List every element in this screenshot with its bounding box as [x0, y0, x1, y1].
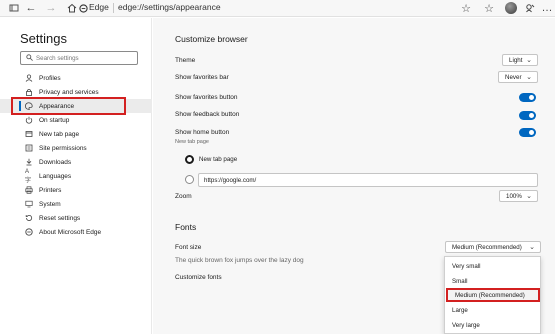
favorites-button-label: Show favorites button [175, 94, 238, 101]
home-button-sublabel: New tab page [175, 139, 209, 145]
font-size-dropdown[interactable]: Medium (Recommended) ⌄ [445, 241, 541, 253]
sidebar-item-reset-settings[interactable]: Reset settings [0, 211, 152, 225]
favorites-bar-dropdown[interactable]: Never ⌄ [498, 71, 538, 83]
sidebar-item-system[interactable]: System [0, 197, 152, 211]
sidebar-item-label: Reset settings [39, 214, 81, 222]
edge-logo-icon [25, 228, 33, 236]
sidebar-item-about-edge[interactable]: About Microsoft Edge [0, 225, 152, 239]
sidebar-item-label: Profiles [39, 74, 61, 82]
sidebar-item-label: Privacy and services [39, 88, 99, 96]
zoom-value: 100% [506, 192, 522, 200]
search-input[interactable] [36, 54, 136, 62]
favorites-bar-label: Show favorites bar [175, 74, 229, 81]
profile-icon [25, 74, 33, 82]
font-size-option-large[interactable]: Large [445, 303, 542, 317]
sidebar-item-label: System [39, 200, 61, 208]
sidebar-item-downloads[interactable]: Downloads [0, 155, 152, 169]
browser-toolbar: ← → Edge edge://settings/appearance ☆ ☆ … [0, 0, 555, 17]
system-icon [25, 200, 33, 208]
settings-sidebar: Settings Profiles Privacy and services A… [0, 18, 152, 334]
more-menu-icon[interactable]: … [540, 1, 554, 15]
sidebar-item-label: Printers [39, 186, 62, 194]
power-icon [25, 116, 33, 124]
favorites-icon[interactable]: ☆ [482, 1, 496, 15]
settings-title: Settings [20, 31, 67, 46]
font-size-value: Medium (Recommended) [452, 243, 522, 251]
new-tab-icon [25, 130, 33, 138]
edge-logo-icon [76, 1, 90, 15]
search-settings-box[interactable] [20, 51, 138, 65]
sidebar-item-on-startup[interactable]: On startup [0, 113, 152, 127]
font-size-option-medium[interactable]: Medium (Recommended) [446, 288, 540, 302]
toggle-knob [529, 130, 534, 135]
home-url-input[interactable]: https://google.com/ [198, 173, 538, 187]
sidebar-item-label: About Microsoft Edge [39, 228, 102, 236]
sidebar-item-profiles[interactable]: Profiles [0, 71, 152, 85]
profile-avatar[interactable] [505, 2, 517, 14]
lock-icon [25, 88, 33, 96]
toggle-knob [529, 113, 534, 118]
sidebar-item-languages[interactable]: A字 Languages [0, 168, 152, 184]
customize-fonts-label[interactable]: Customize fonts [175, 274, 222, 281]
languages-icon: A字 [25, 168, 32, 184]
sidebar-item-label: Downloads [39, 158, 72, 166]
feedback-button-label: Show feedback button [175, 111, 240, 118]
forward-arrow-icon[interactable]: → [44, 1, 58, 15]
font-preview-text: The quick brown fox jumps over the lazy … [175, 257, 304, 264]
chevron-down-icon: ⌄ [529, 244, 535, 251]
sidebar-item-label: Site permissions [39, 144, 87, 152]
feedback-button-toggle[interactable] [519, 111, 536, 120]
sidebar-item-label: On startup [39, 116, 70, 124]
printer-icon [25, 186, 33, 194]
chevron-down-icon: ⌄ [526, 57, 532, 64]
back-arrow-icon[interactable]: ← [24, 1, 38, 15]
sidebar-item-label: Languages [39, 172, 72, 180]
radio-new-tab-page[interactable] [185, 155, 194, 164]
favorites-bar-value: Never [505, 73, 522, 81]
theme-value: Light [509, 56, 523, 64]
zoom-label: Zoom [175, 193, 192, 200]
radio-new-tab-label: New tab page [199, 156, 238, 163]
search-icon [26, 53, 33, 63]
theme-dropdown[interactable]: Light ⌄ [502, 54, 538, 66]
sidebar-item-site-permissions[interactable]: Site permissions [0, 141, 152, 155]
font-size-option-small[interactable]: Small [445, 274, 542, 288]
address-brand: Edge [89, 2, 109, 12]
home-button-toggle[interactable] [519, 128, 536, 137]
font-size-label: Font size [175, 244, 202, 251]
site-permissions-icon [25, 144, 33, 152]
feedback-icon[interactable] [523, 1, 537, 15]
favorite-star-icon[interactable]: ☆ [459, 1, 473, 15]
theme-label: Theme [175, 57, 196, 64]
home-button-label: Show home button [175, 129, 230, 136]
favorites-button-toggle[interactable] [519, 93, 536, 102]
sidebar-item-printers[interactable]: Printers [0, 183, 152, 197]
reset-icon [25, 214, 33, 222]
sidebar-item-new-tab-page[interactable]: New tab page [0, 127, 152, 141]
zoom-dropdown[interactable]: 100% ⌄ [499, 190, 538, 202]
fonts-title: Fonts [175, 222, 197, 232]
customize-browser-title: Customize browser [175, 34, 248, 44]
sidebar-item-label: New tab page [39, 130, 80, 138]
radio-custom-url[interactable] [185, 175, 194, 184]
download-icon [25, 158, 33, 166]
font-size-menu: Very small Small Medium (Recommended) La… [444, 256, 541, 334]
tab-actions-icon[interactable] [7, 1, 21, 15]
appearance-highlight-box [11, 97, 126, 115]
font-size-option-very-large[interactable]: Very large [445, 318, 542, 332]
address-separator [113, 3, 114, 13]
chevron-down-icon: ⌄ [526, 74, 532, 81]
address-bar-url[interactable]: edge://settings/appearance [118, 2, 221, 12]
font-size-option-very-small[interactable]: Very small [445, 259, 542, 273]
chevron-down-icon: ⌄ [526, 193, 532, 200]
toggle-knob [529, 95, 534, 100]
